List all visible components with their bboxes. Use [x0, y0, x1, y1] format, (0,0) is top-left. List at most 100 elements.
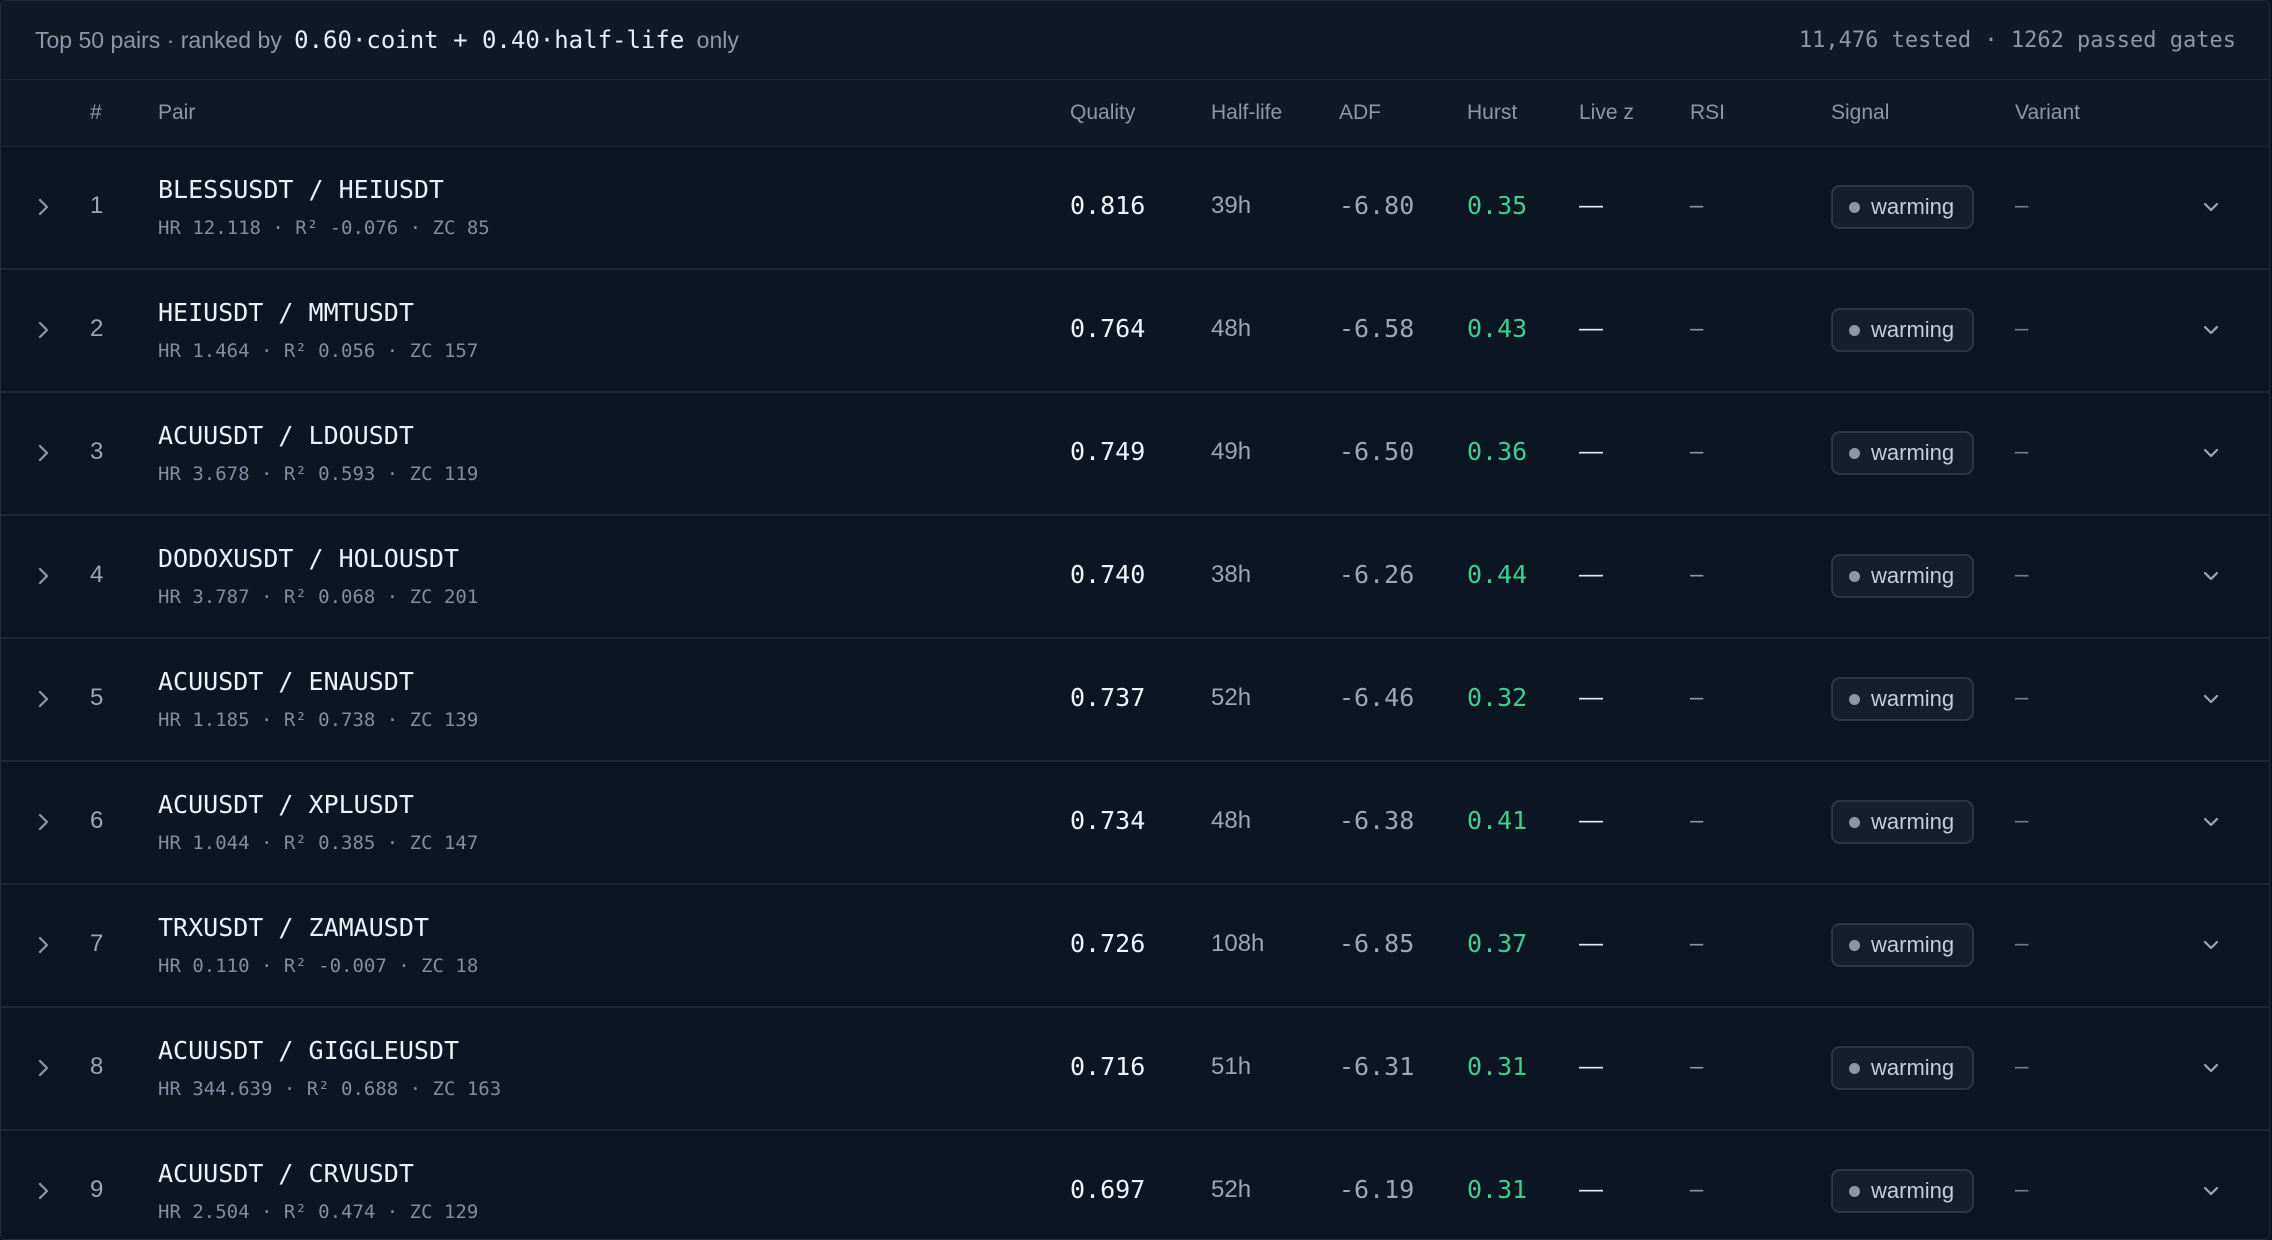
pair-name: ACUUSDT / LDOUSDT [158, 421, 414, 450]
chevron-down-icon[interactable] [2202, 570, 2220, 582]
chevron-right-icon[interactable] [37, 935, 51, 955]
chevron-down-icon[interactable] [2202, 693, 2220, 705]
rsi-value: – [1690, 192, 1704, 219]
adf-value: -6.38 [1339, 806, 1415, 835]
halflife-value: 39h [1211, 192, 1252, 219]
quality-value: 0.734 [1070, 806, 1146, 835]
adf-value: -6.50 [1339, 437, 1415, 466]
signal-label: warming [1871, 440, 1955, 465]
row-rank: 6 [90, 807, 104, 834]
variant-value: – [2015, 684, 2029, 711]
chevron-right-icon[interactable] [37, 1181, 51, 1201]
pair-name: BLESSUSDT / HEIUSDT [158, 175, 444, 204]
chevron-right-icon[interactable] [37, 320, 51, 340]
column-header-adf[interactable]: ADF [1339, 101, 1381, 125]
livez-value: — [1579, 315, 1603, 342]
column-header-hurst[interactable]: Hurst [1467, 101, 1517, 125]
hurst-value: 0.32 [1467, 683, 1528, 712]
column-header-rank[interactable]: # [90, 101, 102, 125]
quality-value: 0.740 [1070, 560, 1146, 589]
column-header-livez[interactable]: Live z [1579, 101, 1634, 125]
table-row[interactable]: 3 ACUUSDT / LDOUSDT HR 3.678 · R² 0.593 … [1, 393, 2269, 516]
column-header-quality[interactable]: Quality [1070, 101, 1135, 125]
chevron-right-icon[interactable] [37, 812, 51, 832]
chevron-down-icon[interactable] [2202, 201, 2220, 213]
chevron-right-icon[interactable] [37, 197, 51, 217]
halflife-value: 108h [1211, 930, 1265, 957]
signal-badge: warming [1831, 1169, 1975, 1213]
pair-stats: HR 1.464 · R² 0.056 · ZC 157 [158, 340, 479, 362]
rsi-value: – [1690, 561, 1704, 588]
table-row[interactable]: 5 ACUUSDT / ENAUSDT HR 1.185 · R² 0.738 … [1, 639, 2269, 762]
column-header-signal[interactable]: Signal [1831, 101, 1889, 125]
pairs-table-panel: Top 50 pairs · ranked by 0.60·coint + 0.… [0, 0, 2270, 1240]
table-summary-bar: Top 50 pairs · ranked by 0.60·coint + 0.… [1, 1, 2269, 80]
quality-value: 0.816 [1070, 191, 1146, 220]
signal-badge: warming [1831, 677, 1975, 721]
chevron-right-icon[interactable] [37, 566, 51, 586]
pair-stats: HR 344.639 · R² 0.688 · ZC 163 [158, 1078, 502, 1100]
chevron-down-icon[interactable] [2202, 1185, 2220, 1197]
signal-badge: warming [1831, 800, 1975, 844]
pair-stats: HR 3.678 · R² 0.593 · ZC 119 [158, 463, 479, 485]
signal-label: warming [1871, 1055, 1955, 1080]
chevron-down-icon[interactable] [2202, 1062, 2220, 1074]
livez-value: — [1579, 1176, 1603, 1203]
signal-label: warming [1871, 1178, 1955, 1203]
halflife-value: 51h [1211, 1053, 1252, 1080]
livez-value: — [1579, 192, 1603, 219]
rsi-value: – [1690, 1053, 1704, 1080]
column-header-pair[interactable]: Pair [158, 101, 195, 125]
livez-value: — [1579, 1053, 1603, 1080]
row-rank: 5 [90, 684, 104, 711]
hurst-value: 0.37 [1467, 929, 1528, 958]
hurst-value: 0.35 [1467, 191, 1528, 220]
row-rank: 2 [90, 315, 104, 342]
table-row[interactable]: 9 ACUUSDT / CRVUSDT HR 2.504 · R² 0.474 … [1, 1131, 2269, 1239]
pair-stats: HR 1.185 · R² 0.738 · ZC 139 [158, 709, 479, 731]
status-dot-icon [1849, 447, 1860, 459]
column-header-halflife[interactable]: Half-life [1211, 101, 1282, 125]
column-header-variant[interactable]: Variant [2015, 101, 2080, 125]
table-header: # Pair Quality Half-life ADF Hurst Live … [1, 80, 2269, 147]
livez-value: — [1579, 930, 1603, 957]
chevron-right-icon[interactable] [37, 689, 51, 709]
hurst-value: 0.31 [1467, 1052, 1528, 1081]
table-row[interactable]: 7 TRXUSDT / ZAMAUSDT HR 0.110 · R² -0.00… [1, 885, 2269, 1008]
table-row[interactable]: 8 ACUUSDT / GIGGLEUSDT HR 344.639 · R² 0… [1, 1008, 2269, 1131]
chevron-down-icon[interactable] [2202, 939, 2220, 951]
pair-name: ACUUSDT / CRVUSDT [158, 1159, 414, 1188]
table-row[interactable]: 6 ACUUSDT / XPLUSDT HR 1.044 · R² 0.385 … [1, 762, 2269, 885]
hurst-value: 0.36 [1467, 437, 1528, 466]
adf-value: -6.46 [1339, 683, 1415, 712]
halflife-value: 48h [1211, 315, 1252, 342]
summary-suffix: only [690, 27, 739, 53]
variant-value: – [2015, 192, 2029, 219]
quality-value: 0.764 [1070, 314, 1146, 343]
chevron-right-icon[interactable] [37, 443, 51, 463]
chevron-right-icon[interactable] [37, 1058, 51, 1078]
signal-label: warming [1871, 932, 1955, 957]
halflife-value: 38h [1211, 561, 1252, 588]
column-header-rsi[interactable]: RSI [1690, 101, 1725, 125]
status-dot-icon [1849, 1062, 1860, 1074]
table-row[interactable]: 2 HEIUSDT / MMTUSDT HR 1.464 · R² 0.056 … [1, 270, 2269, 393]
table-row[interactable]: 4 DODOXUSDT / HOLOUSDT HR 3.787 · R² 0.0… [1, 516, 2269, 639]
hurst-value: 0.43 [1467, 314, 1528, 343]
rsi-value: – [1690, 807, 1704, 834]
adf-value: -6.19 [1339, 1175, 1415, 1204]
row-rank: 8 [90, 1053, 104, 1080]
quality-value: 0.737 [1070, 683, 1146, 712]
chevron-down-icon[interactable] [2202, 816, 2220, 828]
table-row[interactable]: 1 BLESSUSDT / HEIUSDT HR 12.118 · R² -0.… [1, 147, 2269, 270]
row-rank: 1 [90, 192, 104, 219]
chevron-down-icon[interactable] [2202, 324, 2220, 336]
livez-value: — [1579, 807, 1603, 834]
halflife-value: 49h [1211, 438, 1252, 465]
halflife-value: 52h [1211, 684, 1252, 711]
signal-label: warming [1871, 194, 1955, 219]
rsi-value: – [1690, 1176, 1704, 1203]
adf-value: -6.85 [1339, 929, 1415, 958]
quality-value: 0.726 [1070, 929, 1146, 958]
chevron-down-icon[interactable] [2202, 447, 2220, 459]
